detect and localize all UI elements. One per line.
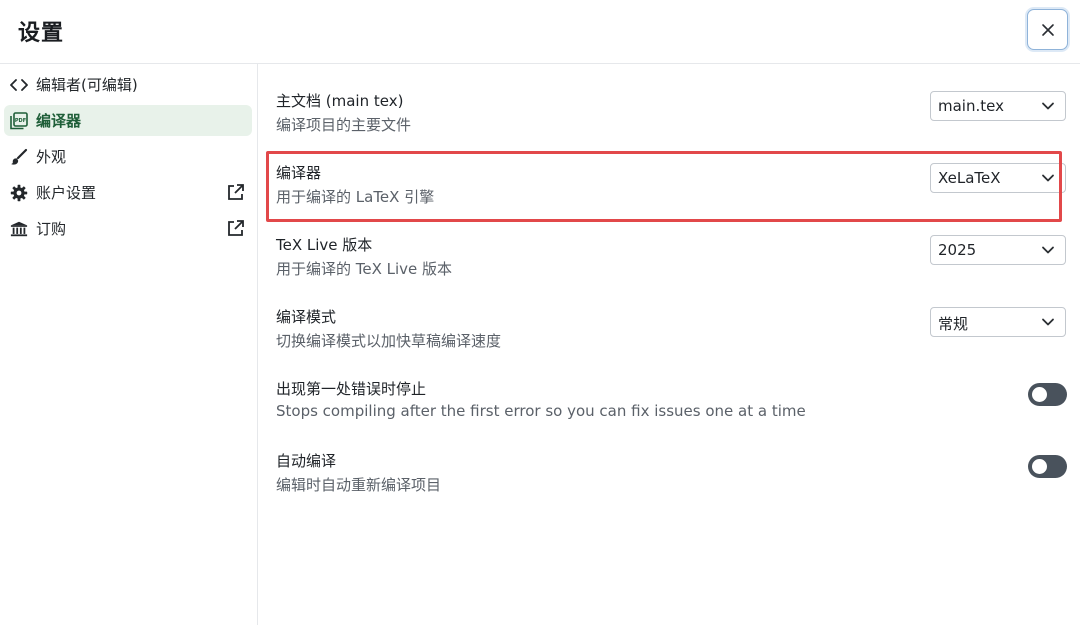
chevron-down-icon	[1042, 246, 1054, 254]
chevron-down-icon	[1042, 102, 1054, 110]
settings-content: 主文档 (main tex) 编译项目的主要文件 main.tex 编译器 用于…	[259, 64, 1080, 625]
setting-main-document: 主文档 (main tex) 编译项目的主要文件 main.tex	[276, 90, 1076, 140]
main-document-select[interactable]: main.tex	[930, 91, 1066, 121]
sidebar-item-editor[interactable]: 编辑者(可编辑)	[4, 69, 252, 100]
external-link-icon	[228, 220, 244, 236]
setting-compile-mode: 编译模式 切换编译模式以加快草稿编译速度 常规	[276, 306, 1076, 356]
setting-description: Stops compiling after the first error so…	[276, 402, 806, 420]
setting-description: 切换编译模式以加快草稿编译速度	[276, 332, 502, 350]
external-link-icon	[228, 184, 244, 200]
sidebar-item-label: 外观	[36, 148, 67, 166]
sidebar-item-label: 编辑者(可编辑)	[36, 76, 138, 94]
svg-text:PDF: PDF	[15, 118, 26, 124]
sidebar-item-label: 订购	[36, 220, 67, 238]
setting-texlive-version: TeX Live 版本 用于编译的 TeX Live 版本 2025	[276, 234, 1076, 284]
setting-title: 出现第一处错误时停止	[276, 380, 427, 398]
setting-title: 主文档 (main tex)	[276, 92, 404, 110]
compiler-select[interactable]: XeLaTeX	[930, 163, 1066, 193]
setting-title: 自动编译	[276, 452, 337, 470]
setting-title: 编译器	[276, 164, 322, 182]
toggle-knob	[1032, 459, 1047, 474]
texlive-version-select[interactable]: 2025	[930, 235, 1066, 265]
setting-compiler: 编译器 用于编译的 LaTeX 引擎 XeLaTeX	[276, 162, 1076, 212]
brush-icon	[10, 148, 28, 166]
sidebar-item-label: 账户设置	[36, 184, 97, 202]
select-value: 常规	[938, 315, 969, 333]
toggle-knob	[1032, 387, 1047, 402]
sidebar-item-label: 编译器	[36, 112, 82, 130]
stop-on-first-error-toggle[interactable]	[1028, 383, 1067, 406]
sidebar-item-compiler[interactable]: PDF 编译器	[4, 105, 252, 136]
bank-icon	[10, 220, 28, 238]
setting-description: 编辑时自动重新编译项目	[276, 476, 442, 494]
gear-icon	[10, 184, 28, 202]
chevron-down-icon	[1042, 174, 1054, 182]
settings-dialog: 设置 编辑者(可编辑) PDF 编译器 外观 账户设置 订购 主文档 (main…	[0, 0, 1080, 625]
compile-mode-select[interactable]: 常规	[930, 307, 1066, 337]
setting-stop-on-first-error: 出现第一处错误时停止 Stops compiling after the fir…	[276, 378, 1076, 428]
dialog-header: 设置	[0, 0, 1080, 64]
setting-description: 编译项目的主要文件	[276, 116, 412, 134]
sidebar-item-subscription[interactable]: 订购	[4, 213, 252, 244]
select-value: main.tex	[938, 97, 1004, 115]
sidebar-item-account[interactable]: 账户设置	[4, 177, 252, 208]
setting-title: 编译模式	[276, 308, 337, 326]
setting-title: TeX Live 版本	[276, 236, 373, 254]
settings-sidebar: 编辑者(可编辑) PDF 编译器 外观 账户设置 订购	[0, 64, 258, 625]
setting-auto-compile: 自动编译 编辑时自动重新编译项目	[276, 450, 1076, 500]
close-icon	[1041, 23, 1054, 36]
code-icon	[10, 76, 28, 94]
setting-description: 用于编译的 TeX Live 版本	[276, 260, 453, 278]
setting-description: 用于编译的 LaTeX 引擎	[276, 188, 435, 206]
sidebar-item-appearance[interactable]: 外观	[4, 141, 252, 172]
pdf-icon: PDF	[10, 112, 28, 130]
auto-compile-toggle[interactable]	[1028, 455, 1067, 478]
dialog-title: 设置	[18, 21, 65, 46]
chevron-down-icon	[1042, 318, 1054, 326]
select-value: XeLaTeX	[938, 169, 1001, 187]
select-value: 2025	[938, 241, 977, 259]
close-button[interactable]	[1027, 9, 1068, 50]
